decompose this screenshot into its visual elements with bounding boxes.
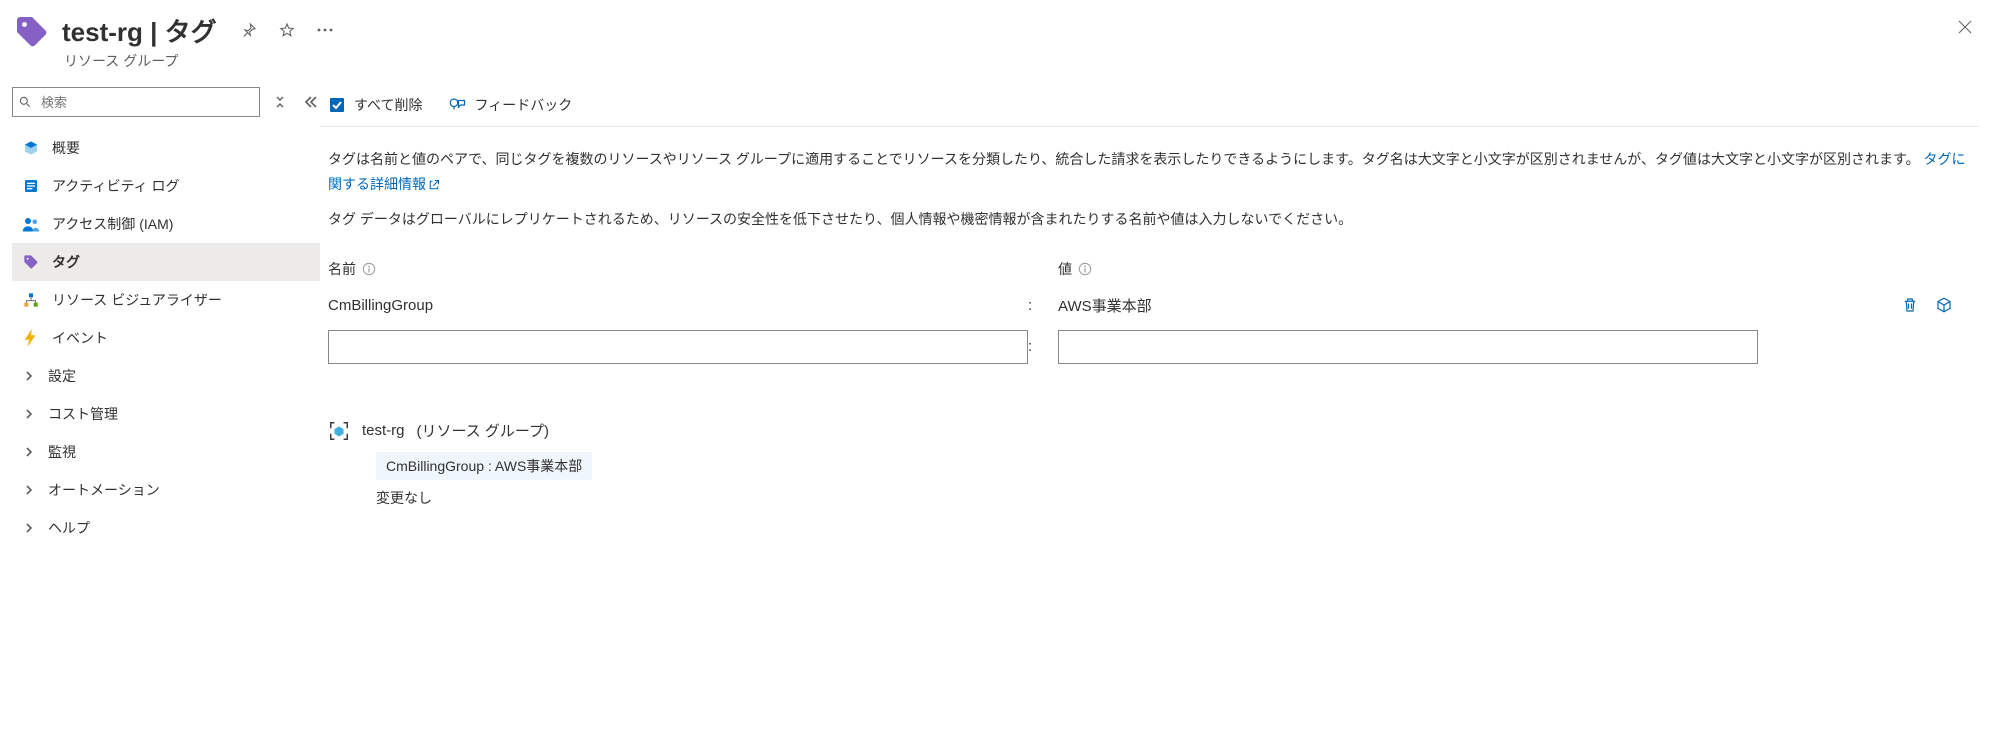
toolbar-label: すべて削除 [354,95,422,115]
summary-resource-type: (リソース グループ) [417,420,550,441]
expand-toggle[interactable] [270,92,290,112]
feedback-button[interactable]: フィードバック [448,83,572,126]
tag-icon [12,12,52,52]
info-icon[interactable] [1078,262,1092,276]
sidebar-item-resource-visualizer[interactable]: リソース ビジュアライザー [12,281,320,319]
sidebar-group-label: オートメーション [48,480,160,500]
sidebar-item-label: リソース ビジュアライザー [52,290,222,310]
sidebar-item-label: イベント [52,328,108,348]
toolbar: すべて削除 フィードバック [320,83,1980,127]
tag-input-row: : [328,322,1972,372]
sidebar-item-overview[interactable]: 概要 [12,129,320,167]
toolbar-label: フィードバック [474,95,572,115]
page-subtitle: リソース グループ [64,51,217,71]
summary-block: test-rg (リソース グループ) CmBillingGroup : AWS… [320,390,1980,538]
chevron-right-icon [22,521,36,535]
sidebar-group-label: 設定 [48,366,76,386]
value-header: 値 [1058,259,1072,279]
close-button[interactable] [1950,12,1980,42]
delete-all-button[interactable]: すべて削除 [328,83,422,126]
tag-name-input[interactable] [328,330,1028,364]
sidebar-item-label: タグ [52,252,80,272]
sidebar-group-automation[interactable]: オートメーション [12,471,320,509]
summary-tag-chip: CmBillingGroup : AWS事業本部 [376,452,592,480]
copy-tag-button[interactable] [1934,295,1954,315]
sidebar-item-label: アクセス制御 (IAM) [52,214,173,234]
sidebar-item-events[interactable]: イベント [12,319,320,357]
tag-grid: 名前 値 CmBillingGroup : [320,241,1980,390]
pin-button[interactable] [239,20,259,40]
chevron-right-icon [22,445,36,459]
tag-icon [22,253,40,271]
collapse-sidebar-button[interactable] [300,92,320,112]
sidebar-item-iam[interactable]: アクセス制御 (IAM) [12,205,320,243]
page-title: test-rg | タグ [62,12,217,49]
sidebar-group-cost[interactable]: コスト管理 [12,395,320,433]
search-icon [18,95,32,109]
sidebar-group-monitor[interactable]: 監視 [12,433,320,471]
tag-value: AWS事業本部 [1058,295,1152,316]
search-input[interactable] [12,87,260,117]
sidebar-item-activity-log[interactable]: アクティビティ ログ [12,167,320,205]
tag-grid-header: 名前 値 [328,259,1972,289]
resource-group-icon [328,420,350,442]
summary-no-change: 変更なし [376,488,1972,508]
tag-name: CmBillingGroup [328,297,1028,314]
tag-value-input[interactable] [1058,330,1758,364]
sidebar-item-label: アクティビティ ログ [52,176,180,196]
page-header: test-rg | タグ リソース グループ [0,0,2000,79]
favorite-button[interactable] [277,20,297,40]
sidebar-search [12,87,260,117]
hierarchy-icon [22,291,40,309]
bolt-icon [22,329,40,347]
sidebar-group-settings[interactable]: 設定 [12,357,320,395]
sidebar-item-label: 概要 [52,138,80,158]
checkbox-icon [328,96,346,114]
separator: : [1028,338,1058,355]
chevron-right-icon [22,407,36,421]
sidebar-item-tags[interactable]: タグ [12,243,320,281]
name-header: 名前 [328,259,356,279]
summary-resource-name: test-rg [362,422,405,439]
sidebar-group-label: 監視 [48,442,76,462]
chevron-right-icon [22,483,36,497]
sidebar-group-help[interactable]: ヘルプ [12,509,320,547]
delete-tag-button[interactable] [1900,295,1920,315]
main-content: すべて削除 フィードバック タグは名前と値のペアで、同じタグを複数のリソースやリ… [320,79,2000,558]
external-link-icon [428,179,440,191]
info-icon[interactable] [362,262,376,276]
sidebar: 概要 アクティビティ ログ アクセス制御 (IAM) タグ [0,79,320,558]
description-text: タグは名前と値のペアで、同じタグを複数のリソースやリソース グループに適用するこ… [328,151,1920,167]
sidebar-group-label: コスト管理 [48,404,118,424]
feedback-icon [448,96,466,114]
description-warning: タグ データはグローバルにレプリケートされるため、リソースの安全性を低下させたり… [328,207,1972,232]
tag-row: CmBillingGroup : AWS事業本部 [328,289,1972,322]
people-icon [22,215,40,233]
cube-icon [22,139,40,157]
more-button[interactable] [315,20,335,40]
sidebar-group-label: ヘルプ [48,518,90,538]
separator: : [1028,297,1058,314]
chevron-right-icon [22,369,36,383]
log-icon [22,177,40,195]
description: タグは名前と値のペアで、同じタグを複数のリソースやリソース グループに適用するこ… [320,127,1980,241]
